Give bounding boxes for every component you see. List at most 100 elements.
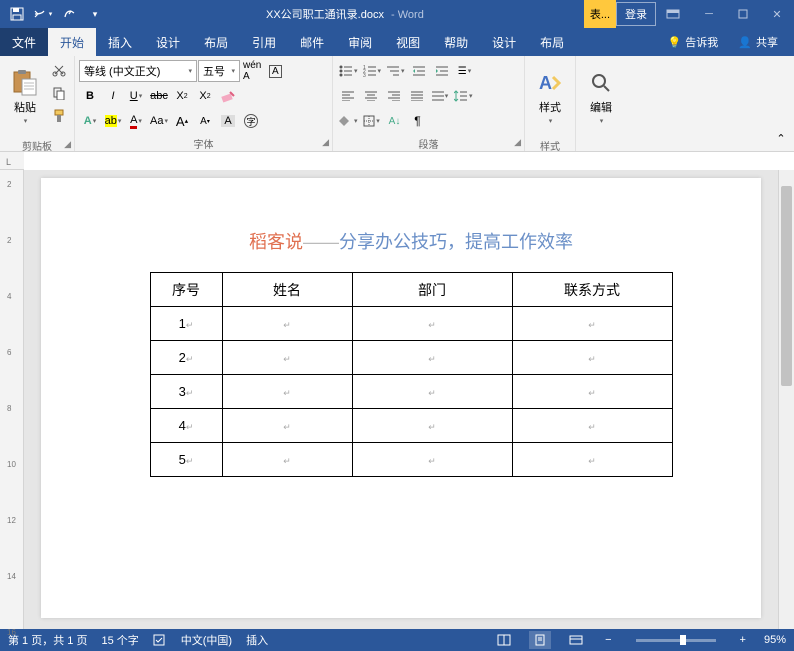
font-dialog-launcher[interactable]: ◢: [322, 137, 329, 148]
italic-button[interactable]: I: [102, 85, 124, 107]
font-color-button[interactable]: A▾: [125, 110, 147, 132]
minimize-button[interactable]: ─: [692, 0, 726, 28]
subscript-button[interactable]: X2: [171, 85, 193, 107]
word-count-status[interactable]: 15 个字: [101, 632, 138, 648]
paste-button[interactable]: 粘贴 ▾: [4, 59, 46, 135]
page[interactable]: 稻客说——分享办公技巧，提高工作效率 序号 姓名 部门 联系方式 1↵↵↵↵2↵…: [41, 178, 761, 618]
document-area[interactable]: 稻客说——分享办公技巧，提高工作效率 序号 姓名 部门 联系方式 1↵↵↵↵2↵…: [24, 170, 778, 629]
tab-view[interactable]: 视图: [384, 28, 432, 56]
underline-button[interactable]: U▾: [125, 85, 147, 107]
tell-me-button[interactable]: 💡告诉我: [658, 28, 729, 56]
ribbon-options-button[interactable]: [658, 2, 688, 26]
align-center-button[interactable]: [360, 85, 382, 107]
superscript-button[interactable]: X2: [194, 85, 216, 107]
tab-file[interactable]: 文件: [0, 28, 48, 56]
format-painter-button[interactable]: [48, 105, 70, 127]
highlight-button[interactable]: ab▾: [102, 110, 124, 132]
zoom-in-button[interactable]: +: [736, 634, 750, 646]
undo-button[interactable]: ▾: [32, 3, 54, 25]
zoom-level[interactable]: 95%: [764, 634, 786, 646]
line-spacing-button[interactable]: ▾: [452, 85, 475, 107]
decrease-indent-button[interactable]: [408, 60, 430, 82]
multilevel-list-button[interactable]: ▾: [384, 60, 407, 82]
tab-references[interactable]: 引用: [240, 28, 288, 56]
tab-insert[interactable]: 插入: [96, 28, 144, 56]
table-row[interactable]: 3↵↵↵↵: [150, 375, 672, 409]
zoom-slider-thumb[interactable]: [680, 635, 686, 645]
sort-button[interactable]: A↓: [384, 110, 406, 132]
cell-seq[interactable]: 5↵: [150, 443, 222, 477]
sign-in-button[interactable]: 登录: [616, 2, 656, 26]
align-right-button[interactable]: [383, 85, 405, 107]
cell-dept[interactable]: ↵: [352, 443, 512, 477]
cell-dept[interactable]: ↵: [352, 409, 512, 443]
bold-button[interactable]: B: [79, 85, 101, 107]
clipboard-dialog-launcher[interactable]: ◢: [64, 139, 71, 150]
enclose-char-button[interactable]: 字: [240, 110, 262, 132]
asian-layout-button[interactable]: ☰▾: [454, 60, 476, 82]
font-name-dropdown[interactable]: 等线 (中文正文)▾: [79, 60, 197, 82]
page-number-status[interactable]: 第 1 页，共 1 页: [8, 632, 87, 648]
shading-button[interactable]: ▾: [337, 110, 360, 132]
cell-name[interactable]: ↵: [222, 443, 352, 477]
cell-contact[interactable]: ↵: [512, 375, 672, 409]
cell-seq[interactable]: 4↵: [150, 409, 222, 443]
cell-contact[interactable]: ↵: [512, 409, 672, 443]
maximize-button[interactable]: [726, 0, 760, 28]
cell-dept[interactable]: ↵: [352, 375, 512, 409]
table-row[interactable]: 2↵↵↵↵: [150, 341, 672, 375]
cell-name[interactable]: ↵: [222, 307, 352, 341]
cell-seq[interactable]: 1↵: [150, 307, 222, 341]
qat-customize-button[interactable]: ▾: [84, 3, 106, 25]
tab-table-design[interactable]: 设计: [480, 28, 528, 56]
grow-font-button[interactable]: A▴: [171, 110, 193, 132]
table-row[interactable]: 5↵↵↵↵: [150, 443, 672, 477]
cell-name[interactable]: ↵: [222, 375, 352, 409]
cell-contact[interactable]: ↵: [512, 443, 672, 477]
close-button[interactable]: ✕: [760, 0, 794, 28]
styles-button[interactable]: A 样式 ▾: [529, 59, 571, 135]
cell-contact[interactable]: ↵: [512, 307, 672, 341]
align-justify-button[interactable]: [406, 85, 428, 107]
cell-name[interactable]: ↵: [222, 409, 352, 443]
language-status[interactable]: 中文(中国): [181, 632, 232, 648]
tab-home[interactable]: 开始: [48, 28, 96, 56]
borders-button[interactable]: ▾: [361, 110, 383, 132]
cell-dept[interactable]: ↵: [352, 307, 512, 341]
web-layout-button[interactable]: [565, 631, 587, 649]
tab-design[interactable]: 设计: [144, 28, 192, 56]
shrink-font-button[interactable]: A▾: [194, 110, 216, 132]
share-button[interactable]: 👤共享: [728, 28, 788, 56]
cell-contact[interactable]: ↵: [512, 341, 672, 375]
document-title[interactable]: 稻客说——分享办公技巧，提高工作效率: [121, 228, 701, 254]
tab-mailings[interactable]: 邮件: [288, 28, 336, 56]
char-border-button[interactable]: A: [264, 60, 286, 82]
header-cell[interactable]: 序号: [150, 273, 222, 307]
cell-name[interactable]: ↵: [222, 341, 352, 375]
contact-table[interactable]: 序号 姓名 部门 联系方式 1↵↵↵↵2↵↵↵↵3↵↵↵↵4↵↵↵↵5↵↵↵↵: [150, 272, 673, 477]
increase-indent-button[interactable]: [431, 60, 453, 82]
scrollbar-thumb[interactable]: [781, 186, 792, 386]
zoom-out-button[interactable]: −: [601, 634, 615, 646]
print-layout-button[interactable]: [529, 631, 551, 649]
header-cell[interactable]: 部门: [352, 273, 512, 307]
table-row[interactable]: 4↵↵↵↵: [150, 409, 672, 443]
align-left-button[interactable]: [337, 85, 359, 107]
cell-seq[interactable]: 3↵: [150, 375, 222, 409]
bullets-button[interactable]: ▾: [337, 60, 360, 82]
clear-formatting-button[interactable]: [217, 85, 239, 107]
show-marks-button[interactable]: ¶: [407, 110, 429, 132]
read-mode-button[interactable]: [493, 631, 515, 649]
tab-table-layout[interactable]: 布局: [528, 28, 576, 56]
strikethrough-button[interactable]: abc: [148, 85, 170, 107]
tab-review[interactable]: 审阅: [336, 28, 384, 56]
cell-dept[interactable]: ↵: [352, 341, 512, 375]
save-button[interactable]: [6, 3, 28, 25]
insert-mode-status[interactable]: 插入: [246, 632, 268, 648]
text-effects-button[interactable]: A▾: [79, 110, 101, 132]
change-case-button[interactable]: Aa▾: [148, 110, 170, 132]
spellcheck-icon[interactable]: [153, 634, 167, 646]
phonetic-guide-button[interactable]: wénA: [241, 60, 263, 82]
vertical-scrollbar[interactable]: [778, 170, 794, 629]
distributed-button[interactable]: ▾: [429, 85, 451, 107]
